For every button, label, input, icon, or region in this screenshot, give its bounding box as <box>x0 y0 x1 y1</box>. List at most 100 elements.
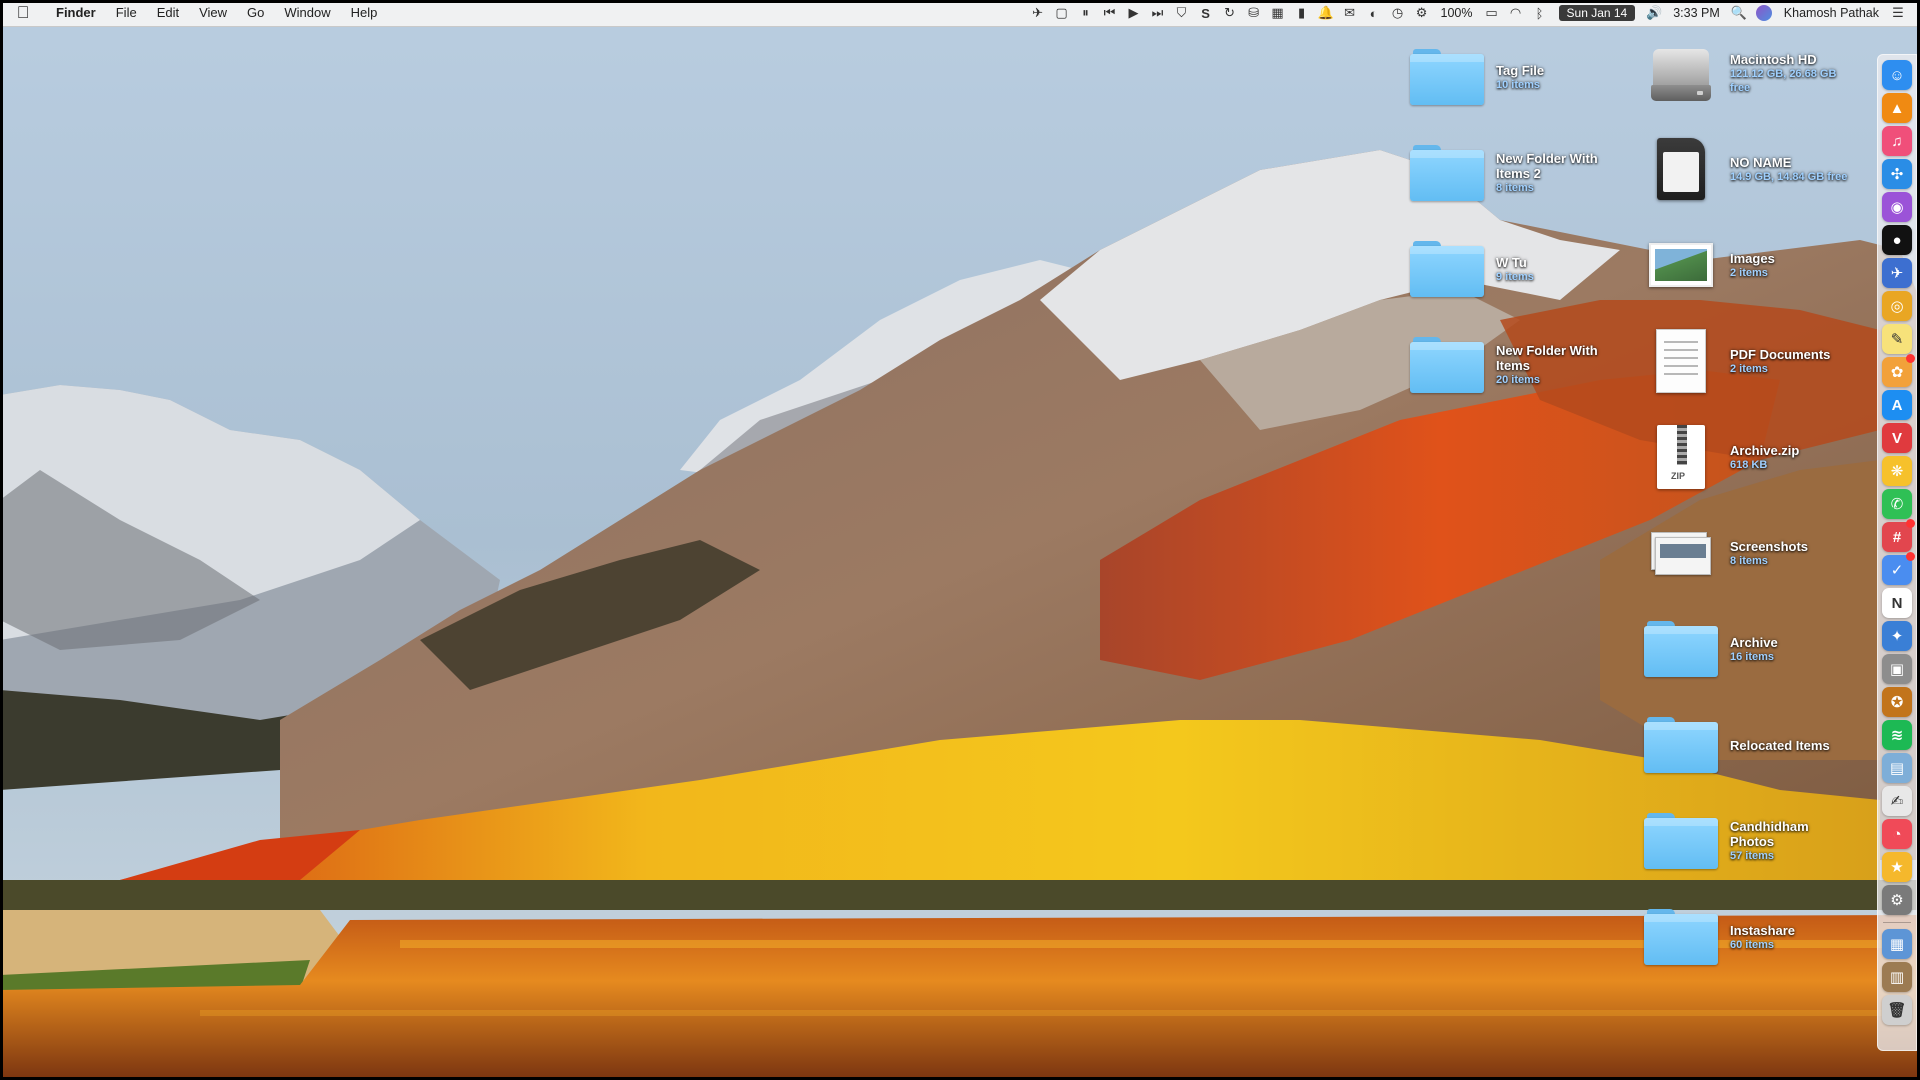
screen-icon[interactable]: ▢ <box>1053 4 1071 22</box>
desktop-item-name: New Folder With Items <box>1496 343 1598 373</box>
podcasts-icon[interactable]: ◉ <box>1882 192 1912 222</box>
desktop-item-images[interactable]: Images 2 items <box>1642 232 1775 298</box>
dropzone-icon[interactable]: ✈ <box>1029 4 1047 22</box>
sd-card-icon <box>1657 138 1705 200</box>
desktop-item-archive[interactable]: Archive 16 items <box>1642 616 1778 682</box>
menu-bar:  Finder File Edit View Go Window Help ✈… <box>0 0 1920 27</box>
menu-go[interactable]: Go <box>237 0 274 26</box>
folder-icon <box>1644 813 1718 869</box>
folder-icon <box>1410 337 1484 393</box>
wifi-icon[interactable]: ◠ <box>1507 4 1525 22</box>
desktop-item-archive-zip[interactable]: ZIP Archive.zip 618 KB <box>1642 424 1799 490</box>
desktop-item-name: Archive.zip <box>1730 442 1800 458</box>
apple-logo-icon[interactable]:  <box>0 0 46 26</box>
desktop-item-info: 60 items <box>1730 938 1775 951</box>
bear-icon[interactable]: ★ <box>1882 852 1912 882</box>
sync-icon[interactable]: ↻ <box>1221 4 1239 22</box>
date-badge[interactable]: Sun Jan 14 <box>1558 5 1636 21</box>
airmail-icon[interactable]: ✈ <box>1882 258 1912 288</box>
tes-icon[interactable]: ❋ <box>1882 456 1912 486</box>
menu-window[interactable]: Window <box>274 0 340 26</box>
bars-icon[interactable]: ▮ <box>1293 4 1311 22</box>
notes-icon[interactable]: ✎ <box>1882 324 1912 354</box>
avatar[interactable] <box>1755 5 1772 21</box>
menu-help[interactable]: Help <box>341 0 388 26</box>
box-icon[interactable]: ▣ <box>1882 654 1912 684</box>
menu-list-icon[interactable]: ☰ <box>1889 4 1907 22</box>
itunes-icon[interactable]: ♫ <box>1882 126 1912 156</box>
next-track-icon[interactable]: ⏭ <box>1149 4 1167 22</box>
bell-icon[interactable]: 🔔 <box>1317 4 1335 22</box>
desktop-item-info: 57 items <box>1730 850 1775 862</box>
desktop-item-pdf-documents[interactable]: PDF Documents 2 items <box>1642 328 1830 394</box>
desktop-item-info: 14.9 GB, 14.84 GB free <box>1730 170 1848 183</box>
disk-icon[interactable]: ⛁ <box>1245 4 1263 22</box>
prev-track-icon[interactable]: ⏮ <box>1101 4 1119 22</box>
desktop-item-new-folder-with-items-2[interactable]: New Folder With Items 2 8 items <box>1408 140 1622 206</box>
desktop-item-new-folder-with-items[interactable]: New Folder With Items 20 items <box>1408 332 1622 398</box>
toggle-icon[interactable]: ◐ <box>1365 4 1383 22</box>
menu-finder[interactable]: Finder <box>46 0 106 26</box>
desktop-item-macintosh-hd[interactable]: Macintosh HD 121.12 GB, 26.68 GB free <box>1642 40 1856 106</box>
desktop-item-name: Images <box>1730 250 1775 266</box>
spotlight-search-icon[interactable]: 🔍 <box>1730 4 1748 22</box>
vivaldi-icon[interactable]: V <box>1882 423 1912 453</box>
scrobbles-icon[interactable]: ◔ <box>1882 819 1912 849</box>
desktop-item-tag-file[interactable]: Tag File 10 items <box>1408 44 1544 110</box>
chrome-icon[interactable]: ◎ <box>1882 291 1912 321</box>
documents-stack-icon[interactable]: ▥ <box>1882 962 1912 992</box>
pause-icon[interactable]: ⏸ <box>1077 4 1095 22</box>
textedit-icon[interactable]: ✍ <box>1882 786 1912 816</box>
rocket-typist-icon[interactable]: ✪ <box>1882 687 1912 717</box>
trash-icon[interactable]: 🗑 <box>1882 995 1912 1025</box>
safari-icon[interactable]: ✣ <box>1882 159 1912 189</box>
whatsapp-icon[interactable]: ✆ <box>1882 489 1912 519</box>
volume-icon[interactable]: 🔊 <box>1645 4 1663 22</box>
desktop-item-candhidham-photos[interactable]: Candhidham Photos 57 items <box>1642 808 1856 874</box>
menu-file[interactable]: File <box>106 0 147 26</box>
finder-icon[interactable]: ☺ <box>1882 60 1912 90</box>
preview-icon[interactable]: ▤ <box>1882 753 1912 783</box>
desktop-item-name: Relocated Items <box>1730 737 1830 753</box>
notification-icon[interactable]: ✉ <box>1341 4 1359 22</box>
battery-icon[interactable]: ▭ <box>1483 4 1501 22</box>
zip-archive-icon: ZIP <box>1657 425 1705 489</box>
desktop-item-relocated-items[interactable]: Relocated Items <box>1642 712 1830 778</box>
user-name[interactable]: Khamosh Pathak <box>1784 6 1879 20</box>
desktop-item-name: W Tu <box>1496 254 1527 270</box>
downloads-stack-icon[interactable]: ▦ <box>1882 929 1912 959</box>
dock-separator <box>1883 922 1911 923</box>
system-preferences-icon[interactable]: ⚙ <box>1882 885 1912 915</box>
desktop-item-instashare[interactable]: Instashare 60 items <box>1642 904 1795 970</box>
desktop-item-name: Archive <box>1730 634 1778 650</box>
menu-view[interactable]: View <box>189 0 237 26</box>
desktop-item-info: 2 items <box>1730 362 1768 375</box>
desktop-item-info: 8 items <box>1496 182 1534 194</box>
vlc-icon[interactable]: ▲ <box>1882 93 1912 123</box>
folder-icon <box>1410 49 1484 105</box>
desktop-item-w-tu[interactable]: W Tu 9 items <box>1408 236 1534 302</box>
slack-icon[interactable]: # <box>1882 519 1915 552</box>
menu-edit[interactable]: Edit <box>147 0 189 26</box>
gear-icon[interactable]: ⚙ <box>1413 4 1431 22</box>
tweetbot-icon[interactable]: ✦ <box>1882 621 1912 651</box>
things-icon[interactable]: ✓ <box>1882 552 1915 585</box>
cpu-icon[interactable]: ▦ <box>1269 4 1287 22</box>
desktop-item-info: 618 KB <box>1730 458 1768 471</box>
s-icon[interactable]: S <box>1197 4 1215 22</box>
clock-icon[interactable]: ◷ <box>1389 4 1407 22</box>
shield-icon[interactable]: ⛉ <box>1173 4 1191 22</box>
notion-icon[interactable]: N <box>1882 588 1912 618</box>
desktop-item-screenshots[interactable]: Screenshots 8 items <box>1642 520 1808 586</box>
app-store-icon[interactable]: A <box>1882 390 1912 420</box>
play-icon[interactable]: ▶ <box>1125 4 1143 22</box>
desktop-item-no-name[interactable]: NO NAME 14.9 GB, 14.84 GB free <box>1642 136 1847 202</box>
photos-icon[interactable]: ✿ <box>1882 354 1915 387</box>
spotify-icon[interactable]: ≋ <box>1882 720 1912 750</box>
music-player-icon[interactable]: ● <box>1882 225 1912 255</box>
battery-label[interactable]: 100% <box>1441 6 1473 20</box>
clock-time[interactable]: 3:33 PM <box>1673 6 1720 20</box>
bluetooth-icon[interactable]: ᛒ <box>1531 4 1549 22</box>
desktop-item-name: Screenshots <box>1730 538 1809 554</box>
notification-badge <box>1906 519 1915 528</box>
